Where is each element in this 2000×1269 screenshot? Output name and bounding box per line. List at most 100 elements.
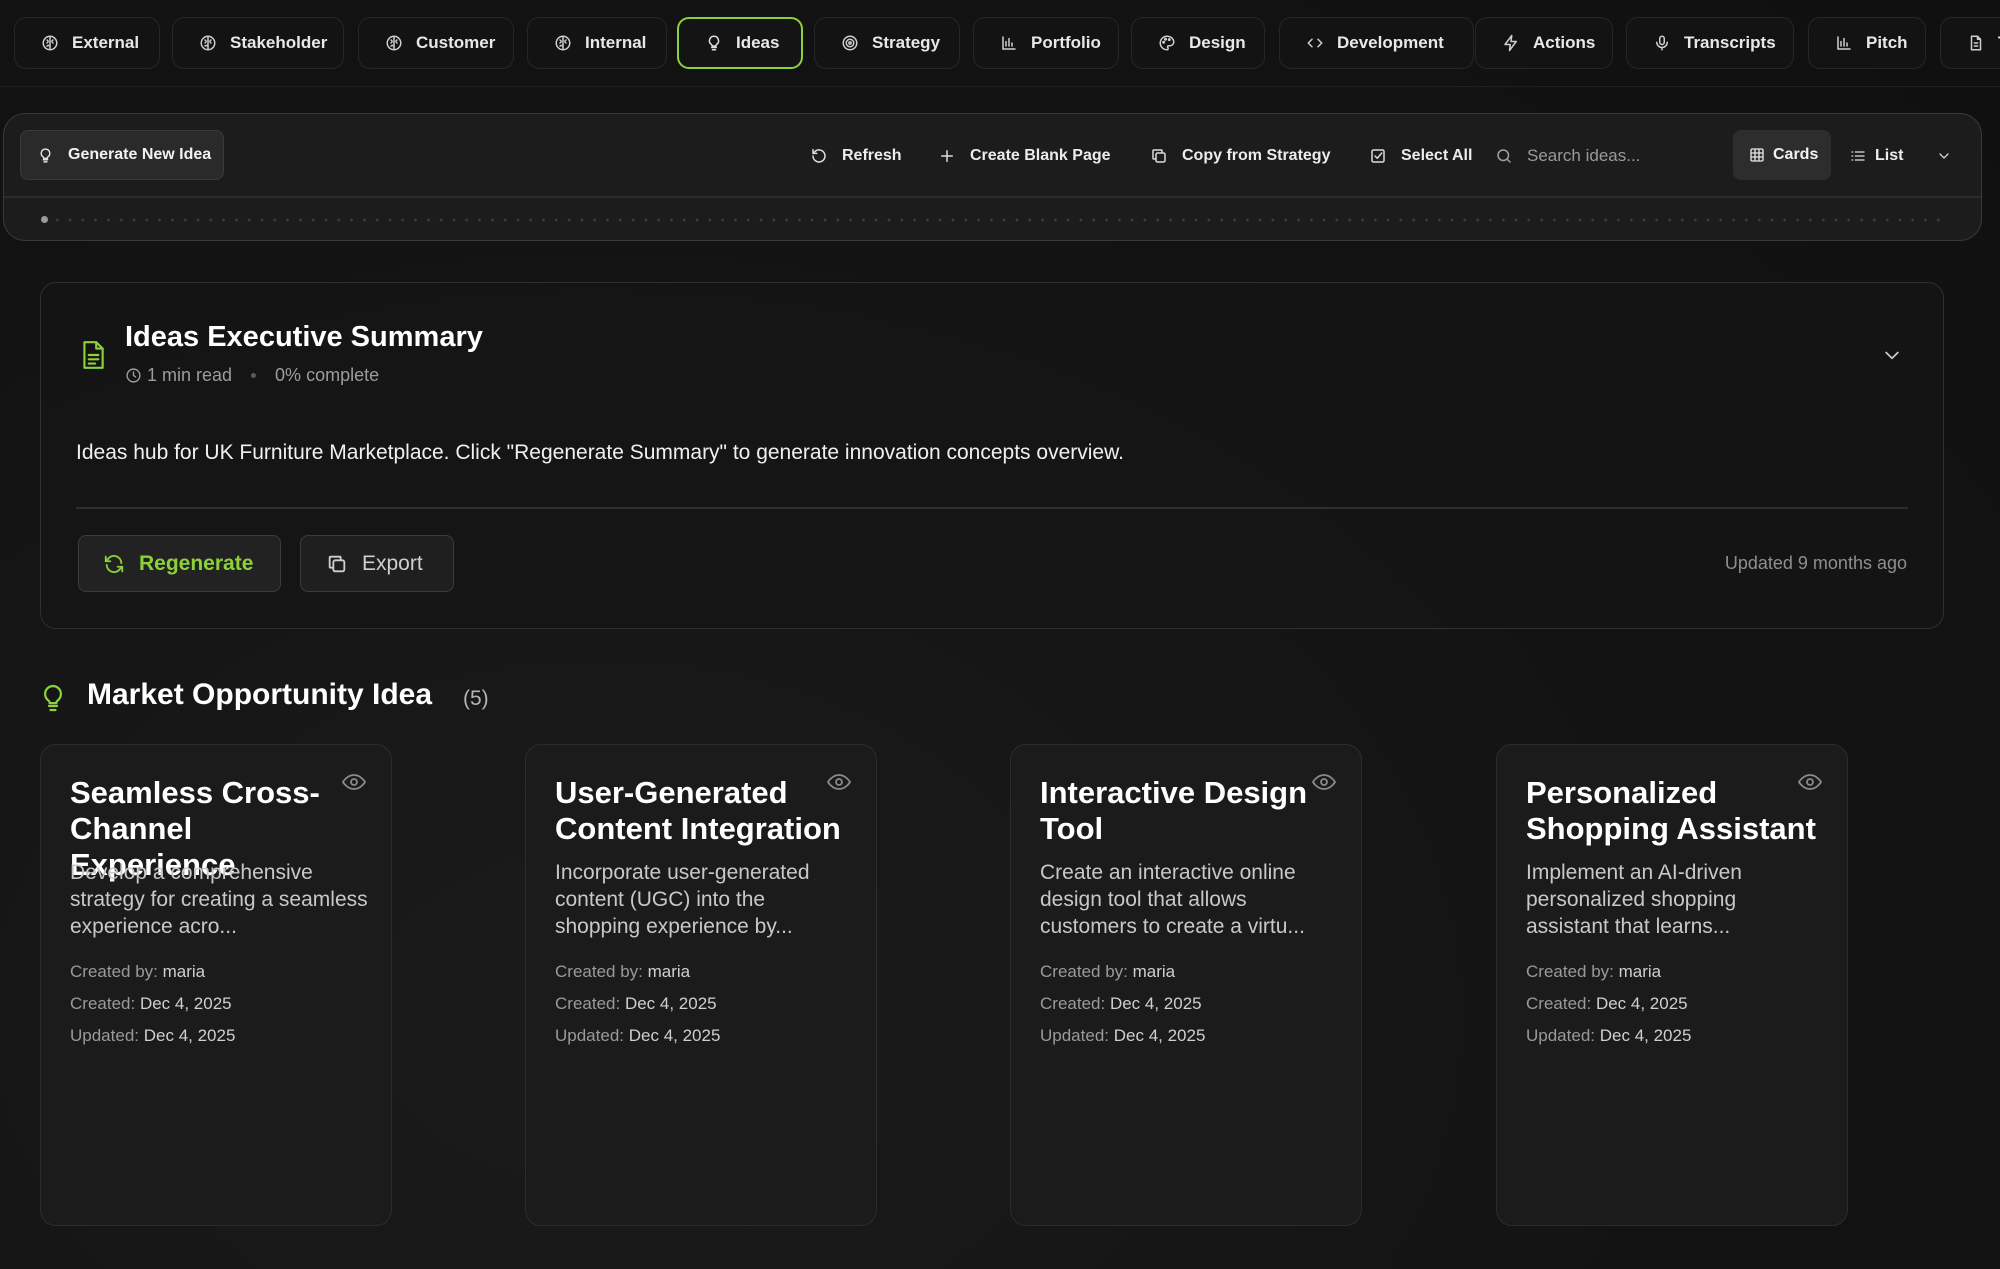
summary-title: Ideas Executive Summary	[125, 321, 483, 353]
list-icon	[1851, 151, 1865, 161]
tab-pitch[interactable]: Pitch	[1808, 17, 1926, 69]
progress-text: 0% complete	[275, 365, 380, 385]
updated-label: Updated:	[555, 1026, 624, 1045]
created-by-value: maria	[162, 962, 206, 981]
tab-label: Ideas	[736, 33, 780, 52]
copy-icon	[328, 555, 346, 572]
generate-idea-button[interactable]: Generate New Idea	[20, 130, 224, 180]
tab-t[interactable]: T	[1940, 17, 2000, 69]
tab-design[interactable]: Design	[1131, 17, 1265, 69]
chevron-down-icon[interactable]	[1882, 345, 1902, 365]
card-created: Created: Dec 4, 2025	[70, 994, 232, 1014]
tab-label: Portfolio	[1031, 33, 1101, 52]
card-description: Implement an AI-driven personalized shop…	[1526, 861, 1742, 938]
code-icon	[1307, 38, 1323, 48]
card-created-by: Created by: maria	[555, 962, 690, 982]
card-updated: Updated: Dec 4, 2025	[555, 1026, 720, 1046]
tab-transcripts[interactable]: Transcripts	[1626, 17, 1794, 69]
idea-card[interactable]: Personalized Shopping Assistant Implemen…	[1496, 744, 1848, 1226]
search-input[interactable]: Search ideas...	[1495, 142, 1640, 170]
meta-separator	[251, 373, 257, 378]
idea-card[interactable]: Interactive Design Tool Create an intera…	[1010, 744, 1362, 1226]
bar-chart-icon	[1002, 36, 1016, 50]
select-all-button[interactable]: Select All	[1369, 142, 1472, 170]
card-updated: Updated: Dec 4, 2025	[1526, 1026, 1691, 1046]
lightbulb-icon	[708, 35, 720, 51]
tab-portfolio[interactable]: Portfolio	[973, 17, 1119, 69]
top-tab-bar: External Stakeholder Customer Internal I…	[0, 0, 2000, 87]
card-created-by: Created by: maria	[70, 962, 205, 982]
lightbulb-icon	[44, 684, 62, 712]
card-description: Develop a comprehensive strategy for cre…	[70, 861, 368, 938]
lightbulb-icon	[40, 147, 51, 163]
plus-icon	[941, 150, 953, 162]
created-label: Created:	[70, 994, 136, 1013]
brain-icon	[555, 35, 571, 51]
section-title: Market Opportunity Idea	[87, 678, 433, 711]
created-by-label: Created by:	[555, 962, 643, 981]
created-label: Created:	[1040, 994, 1106, 1013]
created-label: Created:	[1526, 994, 1592, 1013]
copy-icon	[1152, 149, 1166, 163]
refresh-icon	[812, 148, 826, 163]
view-cards-button[interactable]: Cards	[1733, 130, 1831, 180]
tab-ideas[interactable]: Ideas	[677, 17, 803, 69]
active-page-dot[interactable]	[41, 216, 48, 223]
tab-label: Development	[1337, 33, 1444, 52]
card-created: Created: Dec 4, 2025	[555, 994, 717, 1014]
refresh-icon	[104, 554, 124, 573]
card-title: Personalized Shopping Assistant	[1526, 775, 1816, 846]
tab-label: Stakeholder	[230, 33, 328, 52]
clock-icon	[126, 368, 141, 383]
tab-actions[interactable]: Actions	[1475, 17, 1613, 69]
card-created: Created: Dec 4, 2025	[1526, 994, 1688, 1014]
generate-idea-label: Generate New Idea	[68, 146, 212, 163]
search-placeholder: Search ideas...	[1527, 146, 1641, 165]
tab-external[interactable]: External	[14, 17, 160, 69]
brain-icon	[42, 35, 58, 51]
brain-icon	[386, 35, 402, 51]
tab-customer[interactable]: Customer	[358, 17, 514, 69]
tab-development[interactable]: Development	[1279, 17, 1474, 69]
created-by-label: Created by:	[70, 962, 158, 981]
regenerate-label: Regenerate	[139, 551, 254, 575]
tab-label: Internal	[585, 33, 647, 52]
page-dots-scrollbar[interactable]	[38, 218, 1947, 222]
idea-card[interactable]: Seamless Cross-Channel Experience Develo…	[40, 744, 392, 1226]
toolbar-divider	[4, 196, 1981, 198]
microphone-icon	[1656, 35, 1668, 51]
created-value: Dec 4, 2025	[139, 994, 232, 1013]
tab-label: Design	[1189, 33, 1246, 52]
grid-icon	[1750, 148, 1764, 162]
tab-internal[interactable]: Internal	[527, 17, 667, 69]
refresh-button[interactable]: Refresh	[810, 142, 902, 170]
view-list-button[interactable]: List	[1850, 142, 1903, 170]
created-value: Dec 4, 2025	[1109, 994, 1202, 1013]
card-created: Created: Dec 4, 2025	[1040, 994, 1202, 1014]
idea-card[interactable]: User-Generated Content Integration Incor…	[525, 744, 877, 1226]
create-blank-page-button[interactable]: Create Blank Page	[938, 142, 1111, 170]
card-description: Create an interactive online design tool…	[1040, 861, 1305, 938]
updated-timestamp: Updated 9 months ago	[1724, 553, 1907, 573]
document-icon	[1970, 35, 1982, 51]
target-icon	[842, 35, 858, 51]
regenerate-button[interactable]: Regenerate	[78, 535, 281, 592]
export-label: Export	[362, 551, 423, 575]
view-list-label: List	[1875, 147, 1904, 164]
tab-label: Strategy	[872, 33, 941, 52]
tab-stakeholder[interactable]: Stakeholder	[172, 17, 344, 69]
brain-icon	[200, 35, 216, 51]
created-value: Dec 4, 2025	[624, 994, 717, 1013]
tab-strategy[interactable]: Strategy	[814, 17, 960, 69]
export-button[interactable]: Export	[300, 535, 454, 592]
copy-from-strategy-button[interactable]: Copy from Strategy	[1150, 142, 1330, 170]
tab-label: External	[72, 33, 140, 52]
updated-value: Dec 4, 2025	[1599, 1026, 1692, 1045]
tab-label: Actions	[1533, 33, 1596, 52]
created-by-value: maria	[647, 962, 691, 981]
updated-label: Updated:	[70, 1026, 139, 1045]
summary-meta: 1 min read 0% complete	[125, 365, 379, 386]
chevron-down-icon[interactable]	[1936, 148, 1952, 164]
tab-label: Customer	[416, 33, 496, 52]
created-value: Dec 4, 2025	[1595, 994, 1688, 1013]
